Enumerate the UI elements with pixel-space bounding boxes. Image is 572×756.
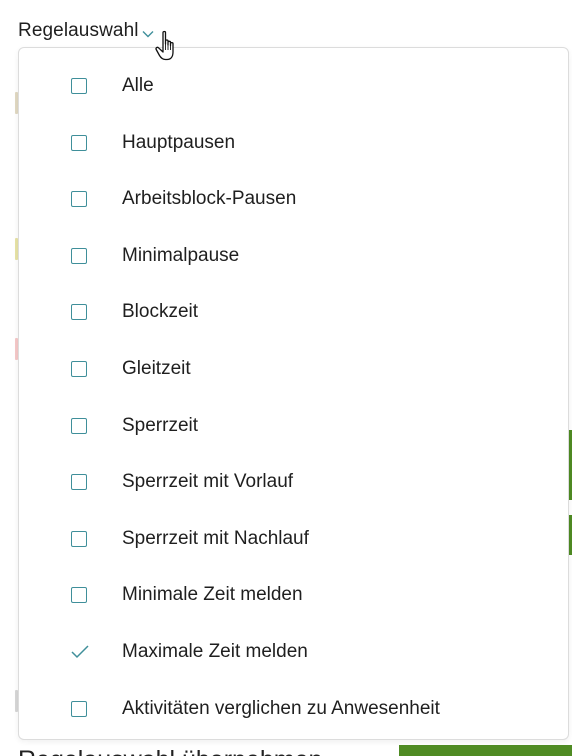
dropdown-option-label: Hauptpausen (122, 131, 236, 153)
chevron-down-icon (142, 25, 154, 43)
rule-selection-dropdown-menu: Alle Hauptpausen Arbeitsblock-Pausen Minima… (18, 47, 569, 740)
checkbox[interactable] (71, 191, 87, 208)
dropdown-option-label: Blockzeit (122, 301, 199, 323)
dropdown-option-label: Gleitzeit (122, 358, 191, 379)
dropdown-option-label: Aktivitäten verglichen zu Anwesenheit (122, 697, 440, 719)
checkbox[interactable] (71, 530, 87, 547)
checkbox[interactable] (71, 361, 87, 377)
dropdown-option[interactable]: Sperrzeit mit Vorlauf (19, 462, 568, 502)
checkmark-icon[interactable] (71, 644, 89, 660)
checkbox[interactable] (71, 304, 87, 321)
checkbox[interactable] (71, 417, 87, 434)
checkbox[interactable] (71, 700, 87, 717)
dropdown-option-label: Sperrzeit mit Vorlauf (122, 471, 294, 493)
dropdown-option[interactable]: Gleitzeit (19, 349, 568, 389)
dropdown-option-label: Sperrzeit mit Nachlauf (122, 527, 309, 549)
checkbox[interactable] (71, 587, 87, 604)
dropdown-option-label: Minimalpause (122, 244, 240, 266)
checkbox[interactable] (71, 247, 87, 264)
dropdown-option[interactable]: Sperrzeit (19, 406, 568, 446)
dropdown-option-label: Arbeitsblock-Pausen (122, 188, 297, 210)
dropdown-option-label: Sperrzeit (122, 414, 199, 436)
checkbox[interactable] (71, 474, 87, 491)
rule-selection-dropdown-toggle[interactable]: Regelauswahl (18, 16, 154, 46)
dropdown-option[interactable]: Alle (19, 66, 568, 106)
dropdown-option[interactable]: Blockzeit (19, 292, 568, 332)
dropdown-option-label: Maximale Zeit melden (122, 641, 308, 662)
dropdown-option[interactable]: Minimalpause (19, 236, 568, 276)
dropdown-option[interactable]: Sperrzeit mit Nachlauf (19, 519, 568, 559)
dropdown-option[interactable]: Arbeitsblock-Pausen (19, 179, 568, 219)
dropdown-option[interactable]: Maximale Zeit melden (19, 632, 568, 672)
checkbox[interactable] (71, 78, 87, 94)
checkbox[interactable] (71, 134, 87, 151)
rule-selection-label: Regelauswahl (18, 20, 139, 41)
dropdown-option[interactable]: Minimale Zeit melden (19, 575, 568, 615)
background-partial-text: Regelauswahl übernehmen (18, 740, 399, 756)
dropdown-option[interactable]: Hauptpausen (19, 123, 568, 163)
background-green-button[interactable] (399, 745, 572, 756)
dropdown-option-label: Minimale Zeit melden (122, 584, 303, 606)
page: Regelauswahl übernehmen Regelauswahl All… (0, 0, 572, 756)
hand-pointer-icon (154, 30, 182, 64)
dropdown-option-label: Alle (122, 75, 154, 96)
dropdown-option[interactable]: Aktivitäten verglichen zu Anwesenheit (19, 689, 568, 729)
